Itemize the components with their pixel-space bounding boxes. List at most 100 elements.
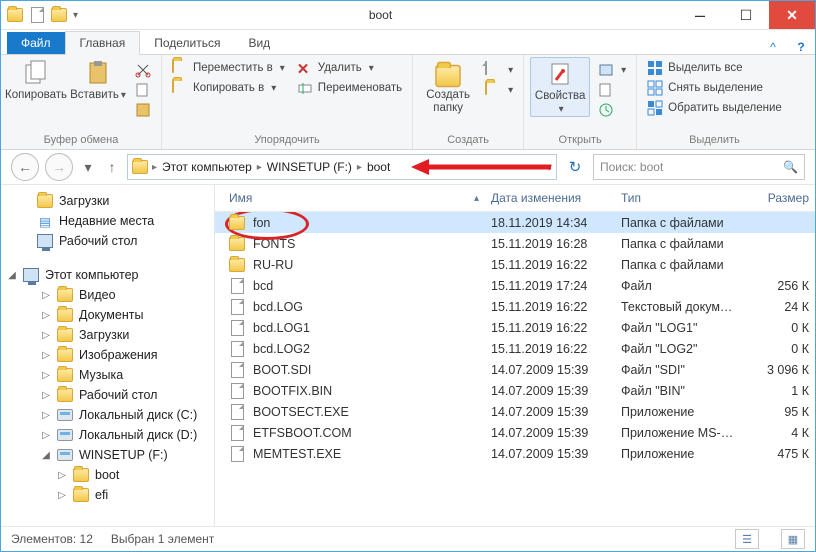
file-row[interactable]: BOOT.SDI14.07.2009 15:39Файл "SDI"3 096 … <box>215 359 815 380</box>
file-icon <box>229 425 245 441</box>
select-all-icon <box>647 60 663 76</box>
chevron-right for breadcrumb-root-icon[interactable]: ▸ <box>152 162 157 173</box>
qat-dropdown-icon[interactable]: ▾ <box>73 10 78 21</box>
close-button[interactable]: ✕ <box>769 1 815 29</box>
tree-collapse-icon[interactable]: ◢ <box>7 270 17 281</box>
back-button[interactable]: ← <box>11 153 39 181</box>
file-date: 15.11.2019 16:22 <box>485 300 615 314</box>
nav-this-pc[interactable]: ◢Этот компьютер <box>1 265 214 285</box>
recent-locations-button[interactable]: ▾ <box>79 159 97 176</box>
easy-access-button[interactable]: ▾ <box>481 81 517 99</box>
nav-desktop[interactable]: Рабочий стол <box>1 231 214 251</box>
tab-file[interactable]: Файл <box>7 32 65 54</box>
nav-efi[interactable]: ▷efi <box>1 485 214 505</box>
icons-view-button[interactable]: ▦ <box>781 529 805 549</box>
copy-to-button[interactable]: Копировать в▾ <box>168 79 289 97</box>
file-row[interactable]: BOOTSECT.EXE14.07.2009 15:39Приложение95… <box>215 401 815 422</box>
copy-button[interactable]: Копировать <box>7 57 65 102</box>
nav-recent[interactable]: ▤Недавние места <box>1 211 214 231</box>
crumb-this-pc[interactable]: Этот компьютер <box>159 160 255 174</box>
tab-home[interactable]: Главная <box>65 31 141 55</box>
paste-shortcut-button[interactable] <box>131 101 155 119</box>
delete-button[interactable]: ✕Удалить▾ <box>293 59 406 77</box>
nav-desktop2[interactable]: ▷Рабочий стол <box>1 385 214 405</box>
tab-share[interactable]: Поделиться <box>140 32 234 54</box>
refresh-button[interactable]: ↻ <box>563 158 587 176</box>
maximize-button[interactable]: ☐ <box>723 1 769 29</box>
col-type[interactable]: Тип <box>615 191 755 205</box>
nav-pane[interactable]: Загрузки ▤Недавние места Рабочий стол ◢Э… <box>1 185 215 526</box>
file-row[interactable]: RU-RU15.11.2019 16:22Папка с файлами <box>215 254 815 275</box>
ribbon-collapse-icon[interactable]: ^ <box>759 40 787 54</box>
details-view-button[interactable]: ☰ <box>735 529 759 549</box>
search-input[interactable]: Поиск: boot 🔍 <box>593 154 805 180</box>
open-folder-icon[interactable] <box>51 7 67 23</box>
group-organize: Переместить в▾ Копировать в▾ ✕Удалить▾ П… <box>162 55 413 149</box>
up-button[interactable]: ↑ <box>103 159 121 175</box>
select-invert-button[interactable]: Обратить выделение <box>643 99 786 117</box>
chevron-right-icon[interactable]: ▸ <box>357 162 362 173</box>
copy-path-button[interactable] <box>131 81 155 99</box>
file-rows[interactable]: fon18.11.2019 14:34Папка с файламиFONTS1… <box>215 212 815 526</box>
file-row[interactable]: fon18.11.2019 14:34Папка с файлами <box>215 212 815 233</box>
file-name: bcd.LOG1 <box>253 321 310 335</box>
new-folder-button[interactable]: Создатьпапку <box>419 57 477 115</box>
file-row[interactable]: bcd.LOG15.11.2019 16:22Текстовый докум…2… <box>215 296 815 317</box>
nav-boot[interactable]: ▷boot <box>1 465 214 485</box>
history-button[interactable] <box>594 101 630 119</box>
crumb-folder[interactable]: boot <box>364 160 393 174</box>
folder-icon <box>132 159 148 175</box>
file-icon <box>229 299 245 315</box>
search-icon: 🔍 <box>783 160 798 174</box>
open-button[interactable]: ▾ <box>594 61 630 79</box>
nav-disk-c[interactable]: ▷Локальный диск (C:) <box>1 405 214 425</box>
minimize-button[interactable]: – <box>677 1 723 29</box>
file-row[interactable]: FONTS15.11.2019 16:28Папка с файлами <box>215 233 815 254</box>
titlebar: ▾ boot – ☐ ✕ <box>1 1 815 30</box>
file-size: 4 К <box>755 426 815 440</box>
help-icon[interactable]: ? <box>787 40 815 54</box>
col-name[interactable]: Имя▴ <box>223 191 485 205</box>
properties-button[interactable]: Свойства▾ <box>530 57 590 117</box>
nav-pictures[interactable]: ▷Изображения <box>1 345 214 365</box>
file-type: Папка с файлами <box>615 216 755 230</box>
ribbon: Копировать Вставить▾ Буфер обмена Переме… <box>1 55 815 150</box>
tab-view[interactable]: Вид <box>234 32 284 54</box>
nav-downloads2[interactable]: ▷Загрузки <box>1 325 214 345</box>
col-date[interactable]: Дата изменения <box>485 191 615 205</box>
nav-disk-d[interactable]: ▷Локальный диск (D:) <box>1 425 214 445</box>
move-to-button[interactable]: Переместить в▾ <box>168 59 289 77</box>
new-item-button[interactable]: ▾ <box>481 61 517 79</box>
file-size: 475 К <box>755 447 815 461</box>
nav-winsetup[interactable]: ◢WINSETUP (F:) <box>1 445 214 465</box>
select-all-button[interactable]: Выделить все <box>643 59 786 77</box>
edit-button[interactable] <box>594 81 630 99</box>
file-type: Приложение <box>615 405 755 419</box>
folder-icon <box>229 257 245 273</box>
nav-videos[interactable]: ▷Видео <box>1 285 214 305</box>
nav-downloads[interactable]: Загрузки <box>1 191 214 211</box>
file-row[interactable]: MEMTEST.EXE14.07.2009 15:39Приложение475… <box>215 443 815 464</box>
file-row[interactable]: bcd.LOG215.11.2019 16:22Файл "LOG2"0 К <box>215 338 815 359</box>
crumb-drive[interactable]: WINSETUP (F:) <box>264 160 355 174</box>
tree-collapse-icon[interactable]: ◢ <box>41 450 51 461</box>
select-none-button[interactable]: Снять выделение <box>643 79 786 97</box>
file-name: FONTS <box>253 237 295 251</box>
nav-music[interactable]: ▷Музыка <box>1 365 214 385</box>
file-icon <box>229 278 245 294</box>
file-row[interactable]: BOOTFIX.BIN14.07.2009 15:39Файл "BIN"1 К <box>215 380 815 401</box>
file-row[interactable]: bcd15.11.2019 17:24Файл256 К <box>215 275 815 296</box>
paste-button[interactable]: Вставить▾ <box>69 57 127 102</box>
path-dropdown-icon[interactable]: ▾ <box>546 160 552 174</box>
breadcrumb[interactable]: ▸ Этот компьютер ▸ WINSETUP (F:) ▸ boot … <box>127 154 557 180</box>
rename-button[interactable]: Переименовать <box>293 79 406 97</box>
nav-documents[interactable]: ▷Документы <box>1 305 214 325</box>
file-row[interactable]: ETFSBOOT.COM14.07.2009 15:39Приложение M… <box>215 422 815 443</box>
cut-button[interactable] <box>131 61 155 79</box>
new-file-icon[interactable] <box>29 7 45 23</box>
file-row[interactable]: bcd.LOG115.11.2019 16:22Файл "LOG1"0 К <box>215 317 815 338</box>
forward-button[interactable]: → <box>45 153 73 181</box>
col-size[interactable]: Размер <box>755 191 815 205</box>
status-count: Элементов: 12 <box>11 532 93 546</box>
chevron-right-icon[interactable]: ▸ <box>257 162 262 173</box>
